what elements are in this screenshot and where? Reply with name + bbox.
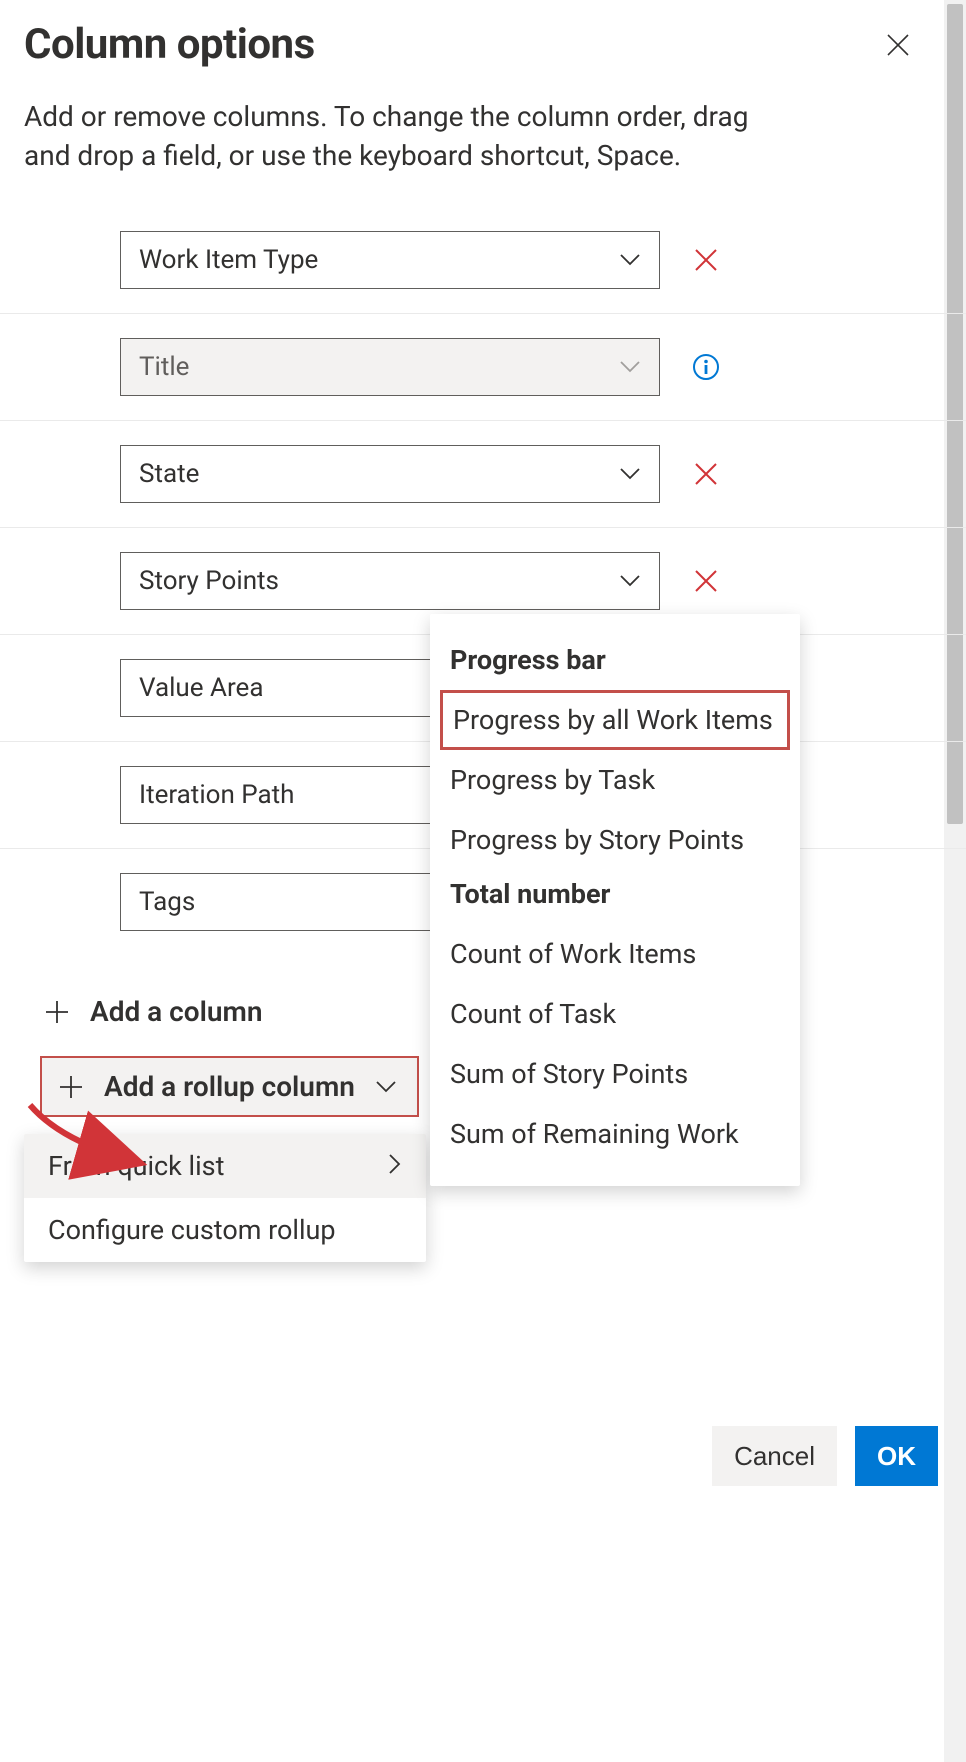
menu-item-label: Configure custom rollup: [48, 1214, 336, 1246]
menu-item-label: Count of Task: [450, 998, 616, 1030]
close-icon: [692, 246, 720, 274]
remove-column-button[interactable]: [688, 242, 724, 278]
ok-button[interactable]: OK: [855, 1426, 938, 1486]
quick-list-item[interactable]: Count of Task: [430, 984, 800, 1044]
quick-list-item[interactable]: Progress by Task: [430, 750, 800, 810]
column-select-state[interactable]: State: [120, 445, 660, 503]
column-label: Story Points: [139, 566, 279, 596]
column-row: Title: [0, 314, 966, 421]
chevron-down-icon: [619, 574, 641, 588]
cancel-button[interactable]: Cancel: [712, 1426, 837, 1486]
remove-column-button[interactable]: [688, 456, 724, 492]
column-row: Work Item Type: [0, 207, 966, 314]
menu-item-label: Sum of Story Points: [450, 1058, 688, 1090]
panel-footer: Cancel OK: [712, 1426, 938, 1486]
close-icon: [692, 567, 720, 595]
button-label: Cancel: [734, 1441, 815, 1472]
panel-title: Column options: [24, 20, 315, 69]
chevron-down-icon: [619, 360, 641, 374]
close-icon: [885, 32, 911, 58]
add-column-button[interactable]: Add a column: [40, 987, 266, 1036]
menu-item-label: Progress by Story Points: [450, 824, 744, 856]
quick-list-item[interactable]: Sum of Remaining Work: [430, 1104, 800, 1164]
menu-item-label: Count of Work Items: [450, 938, 696, 970]
quick-list-item[interactable]: Sum of Story Points: [430, 1044, 800, 1104]
quick-list-item[interactable]: Count of Work Items: [430, 924, 800, 984]
panel-header: Column options: [24, 20, 942, 69]
flyout-header-total: Total number: [430, 870, 800, 924]
info-icon: [692, 353, 720, 381]
button-label: OK: [877, 1441, 916, 1472]
chevron-down-icon: [375, 1080, 397, 1094]
add-rollup-label: Add a rollup column: [104, 1070, 355, 1103]
column-label: Work Item Type: [139, 245, 318, 275]
close-button[interactable]: [878, 25, 918, 65]
column-select-story-points[interactable]: Story Points: [120, 552, 660, 610]
menu-item-label: Progress by all Work Items: [453, 704, 773, 736]
column-select-work-item-type[interactable]: Work Item Type: [120, 231, 660, 289]
menu-item-label: Sum of Remaining Work: [450, 1118, 739, 1150]
chevron-right-icon: [388, 1150, 402, 1182]
plus-icon: [44, 999, 70, 1025]
panel-description: Add or remove columns. To change the col…: [24, 97, 764, 175]
menu-item-label: Progress by Task: [450, 764, 655, 796]
remove-column-button[interactable]: [688, 563, 724, 599]
quick-list-flyout: Progress bar Progress by all Work Items …: [430, 614, 800, 1186]
column-label: Tags: [139, 887, 195, 917]
column-label: Iteration Path: [139, 780, 295, 810]
flyout-header-progress: Progress bar: [430, 636, 800, 690]
column-select-title[interactable]: Title: [120, 338, 660, 396]
add-column-label: Add a column: [90, 995, 262, 1028]
column-label: Value Area: [139, 673, 263, 703]
column-row: State: [0, 421, 966, 528]
close-icon: [692, 460, 720, 488]
rollup-configure-custom[interactable]: Configure custom rollup: [24, 1198, 426, 1262]
plus-icon: [58, 1074, 84, 1100]
annotation-arrow-icon: [20, 1100, 160, 1180]
chevron-down-icon: [619, 467, 641, 481]
chevron-down-icon: [619, 253, 641, 267]
column-label: Title: [139, 352, 189, 382]
column-info-button[interactable]: [688, 349, 724, 385]
column-label: State: [139, 459, 199, 489]
quick-list-item[interactable]: Progress by all Work Items: [440, 690, 790, 750]
quick-list-item[interactable]: Progress by Story Points: [430, 810, 800, 870]
